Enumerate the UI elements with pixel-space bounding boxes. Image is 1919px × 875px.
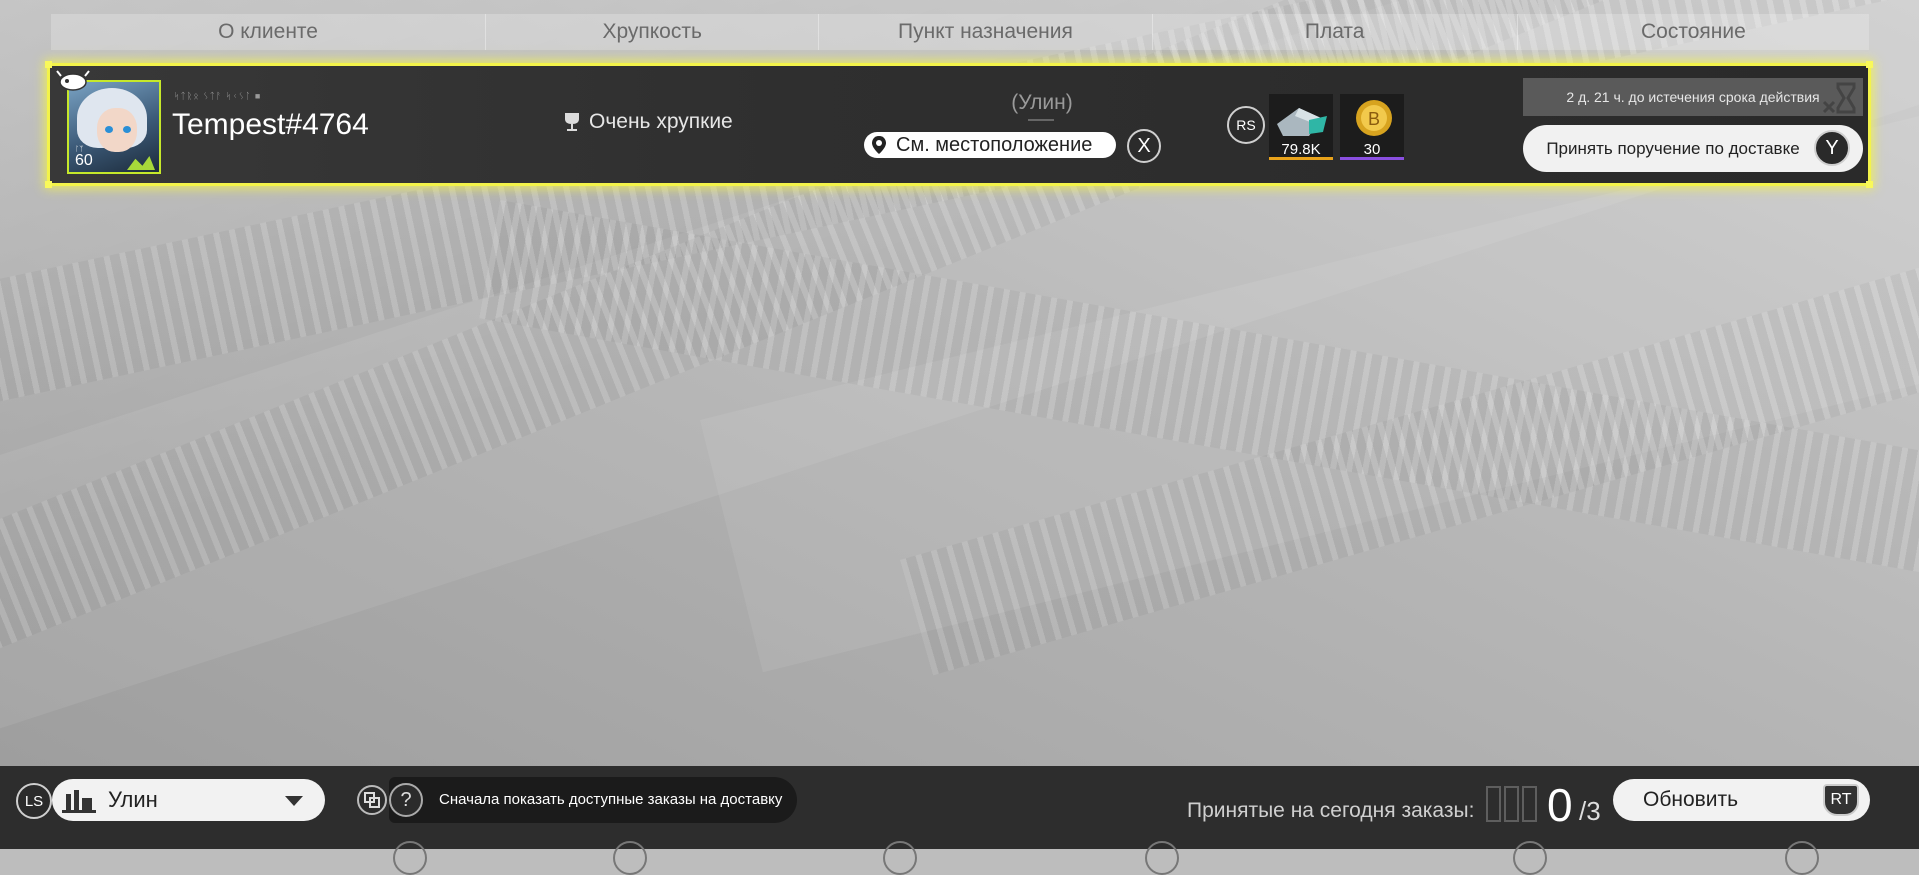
reward-materials[interactable]: 79.8K	[1269, 94, 1333, 160]
bottom-page-indicator	[883, 841, 917, 875]
reward-gold[interactable]: B 30	[1340, 94, 1404, 160]
hint-available-orders[interactable]: Сначала показать доступные заказы на дос…	[389, 777, 797, 823]
bottom-page-indicator	[613, 841, 647, 875]
location-pin-icon	[872, 136, 886, 154]
gold-coin-icon: B	[1356, 100, 1392, 136]
rs-button-key[interactable]: RS	[1227, 106, 1265, 144]
rt-button-key[interactable]: RT	[1823, 784, 1859, 816]
accepted-total: /3	[1579, 796, 1601, 826]
view-location-button[interactable]: См. местоположение	[864, 132, 1116, 158]
cow-mascot-icon	[56, 70, 90, 91]
destination-divider	[1028, 119, 1054, 121]
reward-materials-amount: 79.8K	[1281, 141, 1321, 158]
accept-delivery-button[interactable]: Принять поручение по доставке	[1523, 125, 1863, 172]
table-header: О клиенте Хрупкость Пункт назначения Пла…	[51, 14, 1869, 50]
fragility-label: Очень хрупкие	[563, 110, 733, 134]
bottom-bar: LS Улин Сначала показать доступные заказ…	[0, 766, 1919, 875]
hourglass-icon	[1822, 82, 1856, 114]
header-status: Состояние	[1640, 20, 1746, 43]
expiry-status: 2 д. 21 ч. до истечения срока действия	[1523, 78, 1863, 116]
view-location-label: См. местоположение	[896, 133, 1093, 156]
bottom-page-indicator	[393, 841, 427, 875]
client-subtitle: ᛋᛏᚱᛟ ᛊᛏᚨ ᛋᚲᛊᛚ ■	[174, 91, 262, 101]
destination-name: (Улин)	[1011, 91, 1073, 114]
accepted-today-label: Принятые на сегодня заказы:	[1187, 799, 1475, 822]
fragility-text: Очень хрупкие	[589, 110, 733, 133]
hint-text: Сначала показать доступные заказы на дос…	[439, 791, 783, 808]
region-name: Улин	[108, 787, 158, 812]
accepted-count: 0	[1547, 779, 1573, 831]
header-payment: Плата	[1153, 14, 1518, 50]
chevron-down-icon	[285, 796, 303, 806]
help-icon[interactable]: ?	[389, 783, 423, 817]
bottom-page-indicator	[1513, 841, 1547, 875]
client-avatar: ᛚᛉ 60	[67, 80, 161, 174]
refresh-label: Обновить	[1643, 788, 1739, 811]
bottom-page-indicator	[1145, 841, 1179, 875]
client-level: 60	[75, 152, 93, 169]
y-button-key[interactable]: Y	[1814, 130, 1850, 166]
region-dropdown[interactable]: Улин	[52, 779, 325, 821]
x-button-key[interactable]: X	[1127, 129, 1161, 163]
swap-view-icon[interactable]	[357, 785, 387, 815]
header-fragility: Хрупкость	[486, 14, 820, 50]
header-client: О клиенте	[51, 14, 487, 50]
order-slots	[1486, 786, 1540, 822]
ls-button-key[interactable]: LS	[16, 783, 52, 819]
materials-icon	[1277, 108, 1327, 136]
city-icon	[62, 790, 96, 813]
bottom-page-indicator	[1785, 841, 1819, 875]
svg-text:B: B	[1368, 109, 1380, 129]
header-destination: Пункт назначения	[819, 14, 1153, 50]
delivery-order-row[interactable]: ᛚᛉ 60 ᛋᛏᚱᛟ ᛊᛏᚨ ᛋᚲᛊᛚ ■ Tempest#4764 Очень…	[45, 61, 1873, 188]
wineglass-icon	[565, 113, 579, 131]
reward-gold-amount: 30	[1363, 141, 1381, 158]
client-name: Tempest#4764	[172, 108, 369, 141]
